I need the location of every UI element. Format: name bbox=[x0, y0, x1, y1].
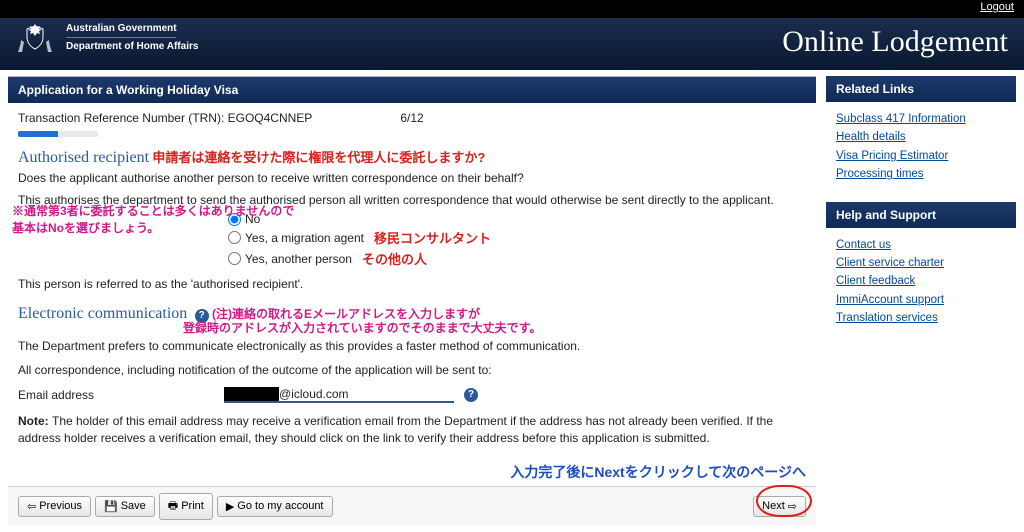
email-label: Email address bbox=[18, 388, 218, 402]
trn-value: EGOQ4CNNEP bbox=[228, 111, 313, 125]
username-redacted bbox=[916, 1, 971, 13]
coat-of-arms-icon bbox=[12, 22, 58, 62]
crest: Australian Government Department of Home… bbox=[12, 22, 198, 62]
auth-question: Does the applicant authorise another per… bbox=[18, 171, 806, 185]
button-bar: ⇦Previous 💾Save 🖶Print ▶Go to my account… bbox=[8, 486, 816, 526]
email-domain: @icloud.com bbox=[279, 387, 349, 401]
ecomm-pref: The Department prefers to communicate el… bbox=[18, 339, 806, 353]
portal-title: Online Lodgement bbox=[782, 25, 1008, 59]
annotation-magenta-no: ※通常第3者に委託することは多くはありませんので 基本はNoを選びましょう。 bbox=[12, 202, 294, 236]
trn-label: Transaction Reference Number (TRN): bbox=[18, 111, 228, 125]
help-email-icon[interactable]: ? bbox=[464, 388, 478, 402]
print-button[interactable]: 🖶Print bbox=[159, 493, 213, 520]
email-input[interactable]: @icloud.com bbox=[224, 387, 454, 403]
logout-link[interactable]: Logout bbox=[980, 1, 1014, 13]
annotation-red-agent: 移民コンサルタント bbox=[374, 228, 491, 247]
auth-radio-group: No Yes, a migration agent 移民コンサルタント Yes,… bbox=[228, 211, 806, 269]
save-button[interactable]: 💾Save bbox=[95, 496, 155, 517]
link-client-feedback[interactable]: Client feedback bbox=[836, 272, 1006, 290]
top-bar: Logout bbox=[0, 0, 1024, 18]
account-button[interactable]: ▶Go to my account bbox=[217, 496, 333, 517]
related-links-heading: Related Links bbox=[826, 76, 1016, 102]
section-ecomm-heading: Electronic communication bbox=[18, 305, 187, 322]
email-local-redacted bbox=[224, 387, 279, 401]
link-visa-pricing[interactable]: Visa Pricing Estimator bbox=[836, 147, 1006, 165]
previous-button[interactable]: ⇦Previous bbox=[18, 496, 91, 517]
trn-line: Transaction Reference Number (TRN): EGOQ… bbox=[8, 103, 816, 127]
annotation-blue-next: 入力完了後にNextをクリックして次のページへ bbox=[18, 462, 806, 482]
related-links-box: Related Links Subclass 417 Information H… bbox=[826, 76, 1016, 192]
link-contact-us[interactable]: Contact us bbox=[836, 236, 1006, 254]
auth-footer: This person is referred to as the 'autho… bbox=[18, 277, 806, 291]
next-button[interactable]: Next⇨ bbox=[753, 496, 806, 517]
crest-line2: Department of Home Affairs bbox=[66, 40, 198, 53]
link-immiaccount-support[interactable]: ImmiAccount support bbox=[836, 291, 1006, 309]
help-support-box: Help and Support Contact us Client servi… bbox=[826, 202, 1016, 336]
radio-other[interactable] bbox=[228, 252, 241, 265]
help-support-heading: Help and Support bbox=[826, 202, 1016, 228]
link-service-charter[interactable]: Client service charter bbox=[836, 254, 1006, 272]
link-translation-services[interactable]: Translation services bbox=[836, 309, 1006, 327]
print-icon: 🖶 bbox=[168, 497, 178, 516]
app-title-bar: Application for a Working Holiday Visa bbox=[8, 77, 816, 103]
link-health-details[interactable]: Health details bbox=[836, 128, 1006, 146]
email-note: Note: The holder of this email address m… bbox=[18, 413, 806, 448]
radio-other-label: Yes, another person bbox=[245, 252, 352, 266]
banner: Australian Government Department of Home… bbox=[0, 18, 1024, 70]
link-subclass-417[interactable]: Subclass 417 Information bbox=[836, 110, 1006, 128]
crest-line1: Australian Government bbox=[66, 22, 198, 35]
annotation-red-other: その他の人 bbox=[362, 249, 427, 268]
link-processing-times[interactable]: Processing times bbox=[836, 165, 1006, 183]
section-authorised-heading: Authorised recipient bbox=[18, 149, 149, 166]
annotation-red-auth: 申請者は連絡を受けた際に権限を代理人に委託しますか? bbox=[152, 150, 485, 165]
progress-bar bbox=[18, 131, 98, 137]
annotation-magenta-email2: 登録時のアドレスが入力されていますのでそのままで大丈夫です。 bbox=[183, 319, 806, 336]
page-counter: 6/12 bbox=[400, 111, 423, 125]
ecomm-sentto: All correspondence, including notificati… bbox=[18, 363, 806, 377]
